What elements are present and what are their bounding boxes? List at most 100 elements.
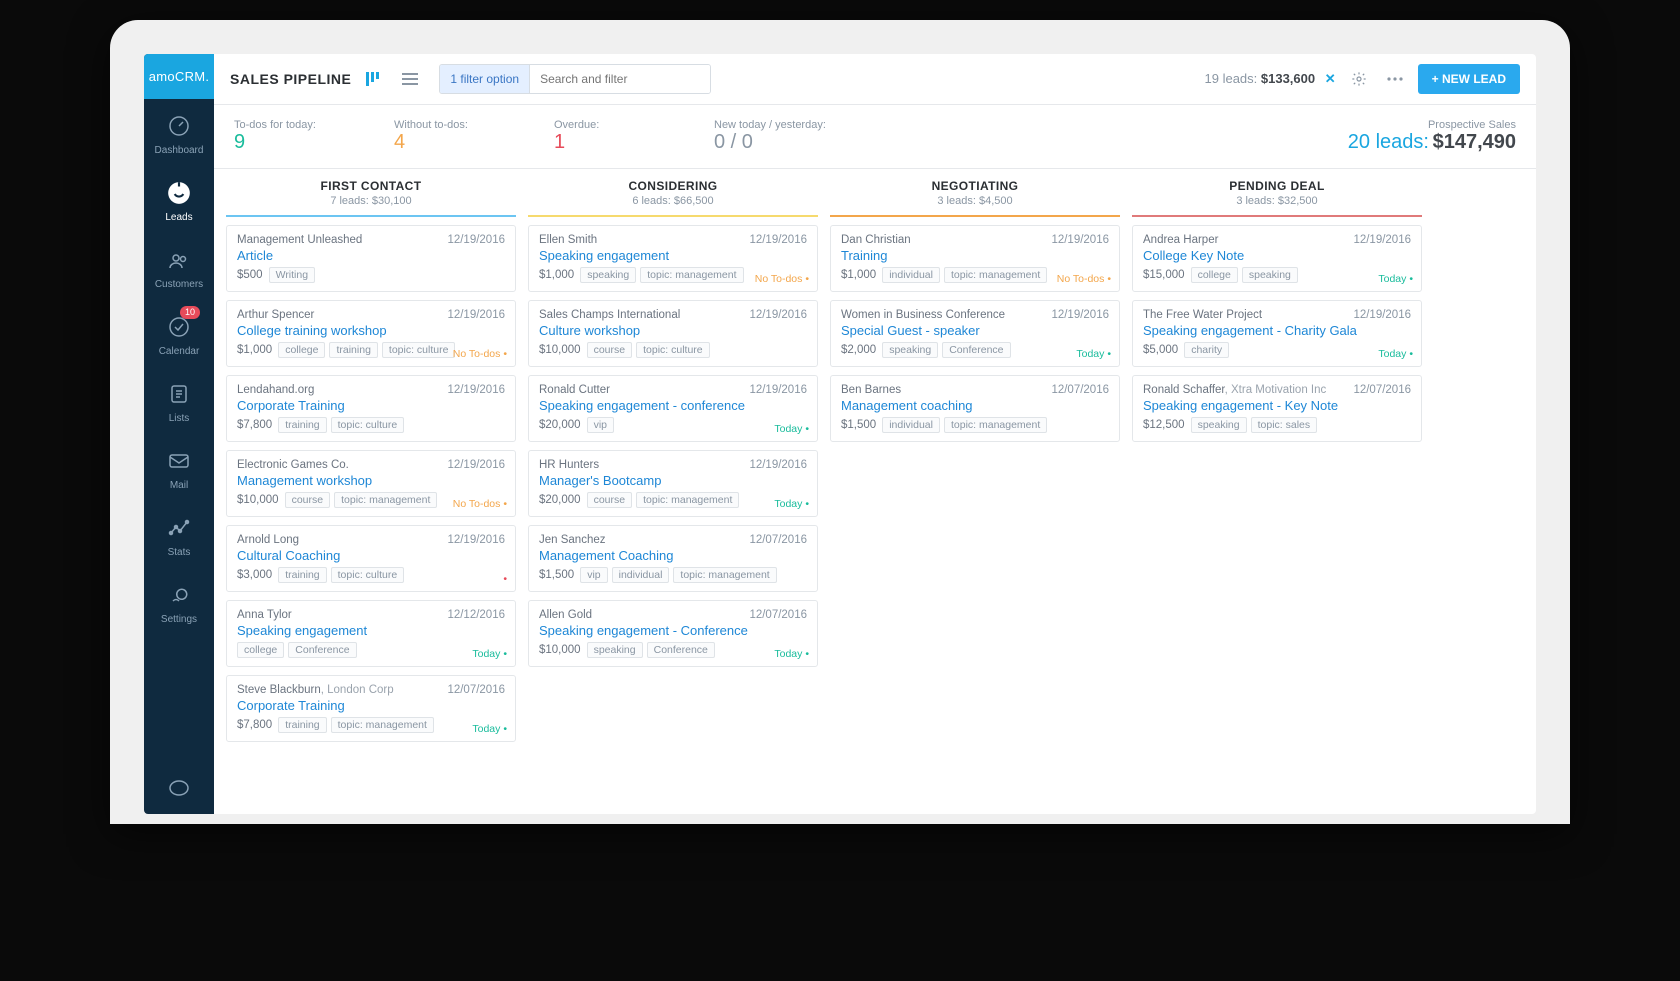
- lead-tag[interactable]: training: [278, 567, 326, 583]
- lead-card[interactable]: Andrea Harper12/19/2016College Key Note$…: [1132, 225, 1422, 292]
- lead-card[interactable]: HR Hunters12/19/2016Manager's Bootcamp$2…: [528, 450, 818, 517]
- brand-logo[interactable]: amoCRM.: [144, 54, 214, 99]
- lead-tag[interactable]: individual: [882, 267, 940, 283]
- search-filter[interactable]: 1 filter option: [439, 64, 711, 94]
- lead-card[interactable]: Ben Barnes12/07/2016Management coaching$…: [830, 375, 1120, 442]
- lead-tag[interactable]: topic: management: [673, 567, 776, 583]
- lead-tag[interactable]: speaking: [1191, 417, 1247, 433]
- lead-tag[interactable]: individual: [882, 417, 940, 433]
- stat-todos-today: To-dos for today: 9: [234, 119, 354, 154]
- column-subtitle: 6 leads: $66,500: [528, 195, 818, 207]
- stat-without-todos: Without to-dos: 4: [394, 119, 514, 154]
- lead-card[interactable]: Electronic Games Co.12/19/2016Management…: [226, 450, 516, 517]
- lead-tag[interactable]: vip: [587, 417, 614, 433]
- lead-status: Today: [1378, 348, 1413, 360]
- lead-card[interactable]: Anna Tylor12/12/2016Speaking engagementc…: [226, 600, 516, 667]
- lead-tag[interactable]: topic: management: [636, 492, 739, 508]
- nav-leads[interactable]: Leads: [144, 166, 214, 233]
- lead-date: 12/19/2016: [447, 459, 505, 471]
- stat-new: New today / yesterday: 0 / 0: [714, 119, 834, 154]
- column-header[interactable]: PENDING DEAL3 leads: $32,500: [1132, 169, 1422, 217]
- lead-tag[interactable]: charity: [1184, 342, 1229, 358]
- lead-contact: Ben Barnes: [841, 384, 901, 396]
- nav-chat[interactable]: [144, 762, 214, 814]
- lead-tag[interactable]: speaking: [587, 642, 643, 658]
- lead-tag[interactable]: topic: management: [944, 267, 1047, 283]
- lead-card[interactable]: Lendahand.org12/19/2016Corporate Trainin…: [226, 375, 516, 442]
- filter-summary: 19 leads: $133,600 ✕: [1205, 71, 1336, 87]
- lead-tag[interactable]: course: [587, 342, 633, 358]
- lead-card[interactable]: Sales Champs International12/19/2016Cult…: [528, 300, 818, 367]
- column-header[interactable]: CONSIDERING6 leads: $66,500: [528, 169, 818, 217]
- lead-amount: $15,000: [1143, 269, 1185, 281]
- lead-tag[interactable]: Conference: [942, 342, 1010, 358]
- lead-card[interactable]: Ellen Smith12/19/2016Speaking engagement…: [528, 225, 818, 292]
- lead-tag[interactable]: course: [587, 492, 633, 508]
- lead-tag[interactable]: college: [1191, 267, 1238, 283]
- filter-chip[interactable]: 1 filter option: [440, 65, 530, 93]
- nav-calendar[interactable]: 10 Calendar: [144, 300, 214, 367]
- lead-tag[interactable]: speaking: [1242, 267, 1298, 283]
- nav-settings[interactable]: Settings: [144, 568, 214, 635]
- column-header[interactable]: FIRST CONTACT7 leads: $30,100: [226, 169, 516, 217]
- lead-tag[interactable]: training: [278, 417, 326, 433]
- nav-stats[interactable]: Stats: [144, 501, 214, 568]
- lead-card[interactable]: Jen Sanchez12/07/2016Management Coaching…: [528, 525, 818, 592]
- lead-date: 12/19/2016: [749, 234, 807, 246]
- new-lead-button[interactable]: + NEW LEAD: [1418, 64, 1520, 94]
- lead-amount: $1,500: [539, 569, 574, 581]
- lead-card[interactable]: Arnold Long12/19/2016Cultural Coaching$3…: [226, 525, 516, 592]
- lead-tag[interactable]: college: [237, 642, 284, 658]
- search-input[interactable]: [530, 65, 710, 93]
- lead-tag[interactable]: college: [278, 342, 325, 358]
- lead-status: No To-dos: [755, 273, 809, 285]
- lead-tag[interactable]: vip: [580, 567, 607, 583]
- kanban-board[interactable]: FIRST CONTACT7 leads: $30,100 Management …: [214, 169, 1536, 814]
- lead-tag[interactable]: Conference: [647, 642, 715, 658]
- lead-tag[interactable]: training: [278, 717, 326, 733]
- nav-mail[interactable]: Mail: [144, 434, 214, 501]
- clear-filter-icon[interactable]: ✕: [1325, 71, 1336, 86]
- column-header[interactable]: NEGOTIATING3 leads: $4,500: [830, 169, 1120, 217]
- lead-status: Today: [774, 648, 809, 660]
- lead-tag[interactable]: topic: culture: [331, 417, 405, 433]
- lead-tag[interactable]: topic: management: [334, 492, 437, 508]
- nav-dashboard[interactable]: Dashboard: [144, 99, 214, 166]
- lead-tag[interactable]: topic: management: [331, 717, 434, 733]
- lead-card[interactable]: Women in Business Conference12/19/2016Sp…: [830, 300, 1120, 367]
- lead-tag[interactable]: training: [329, 342, 377, 358]
- lead-card[interactable]: Ronald Schaffer, Xtra Motivation Inc12/0…: [1132, 375, 1422, 442]
- lead-tag[interactable]: speaking: [580, 267, 636, 283]
- lead-tag[interactable]: individual: [612, 567, 670, 583]
- lead-card[interactable]: The Free Water Project12/19/2016Speaking…: [1132, 300, 1422, 367]
- lead-tag[interactable]: topic: culture: [382, 342, 456, 358]
- lead-card[interactable]: Ronald Cutter12/19/2016Speaking engageme…: [528, 375, 818, 442]
- lead-card[interactable]: Dan Christian12/19/2016Training$1,000ind…: [830, 225, 1120, 292]
- nav-lists[interactable]: Lists: [144, 367, 214, 434]
- lead-tag[interactable]: topic: culture: [636, 342, 710, 358]
- lead-date: 12/07/2016: [749, 534, 807, 546]
- stats-icon: [164, 513, 194, 543]
- lead-tag[interactable]: speaking: [882, 342, 938, 358]
- lead-card[interactable]: Steve Blackburn, London Corp12/07/2016Co…: [226, 675, 516, 742]
- lead-card[interactable]: Allen Gold12/07/2016Speaking engagement …: [528, 600, 818, 667]
- lead-tag[interactable]: course: [285, 492, 331, 508]
- lead-title: Management workshop: [237, 473, 505, 488]
- lead-tag[interactable]: topic: sales: [1251, 417, 1318, 433]
- nav-customers[interactable]: Customers: [144, 233, 214, 300]
- lead-tag[interactable]: Writing: [269, 267, 315, 283]
- lead-tag[interactable]: topic: management: [640, 267, 743, 283]
- lead-tag[interactable]: topic: culture: [331, 567, 405, 583]
- lead-card[interactable]: Management Unleashed12/19/2016Article$50…: [226, 225, 516, 292]
- lead-date: 12/19/2016: [1353, 309, 1411, 321]
- lead-card[interactable]: Arthur Spencer12/19/2016College training…: [226, 300, 516, 367]
- nav-label: Mail: [170, 480, 188, 491]
- gear-icon[interactable]: [1346, 66, 1372, 92]
- list-view-icon[interactable]: [397, 66, 423, 92]
- pipeline-view-icon[interactable]: [361, 66, 387, 92]
- lead-status: Today: [1076, 348, 1111, 360]
- lead-tag[interactable]: topic: management: [944, 417, 1047, 433]
- lead-title: College Key Note: [1143, 248, 1411, 263]
- lead-tag[interactable]: Conference: [288, 642, 356, 658]
- more-icon[interactable]: [1382, 66, 1408, 92]
